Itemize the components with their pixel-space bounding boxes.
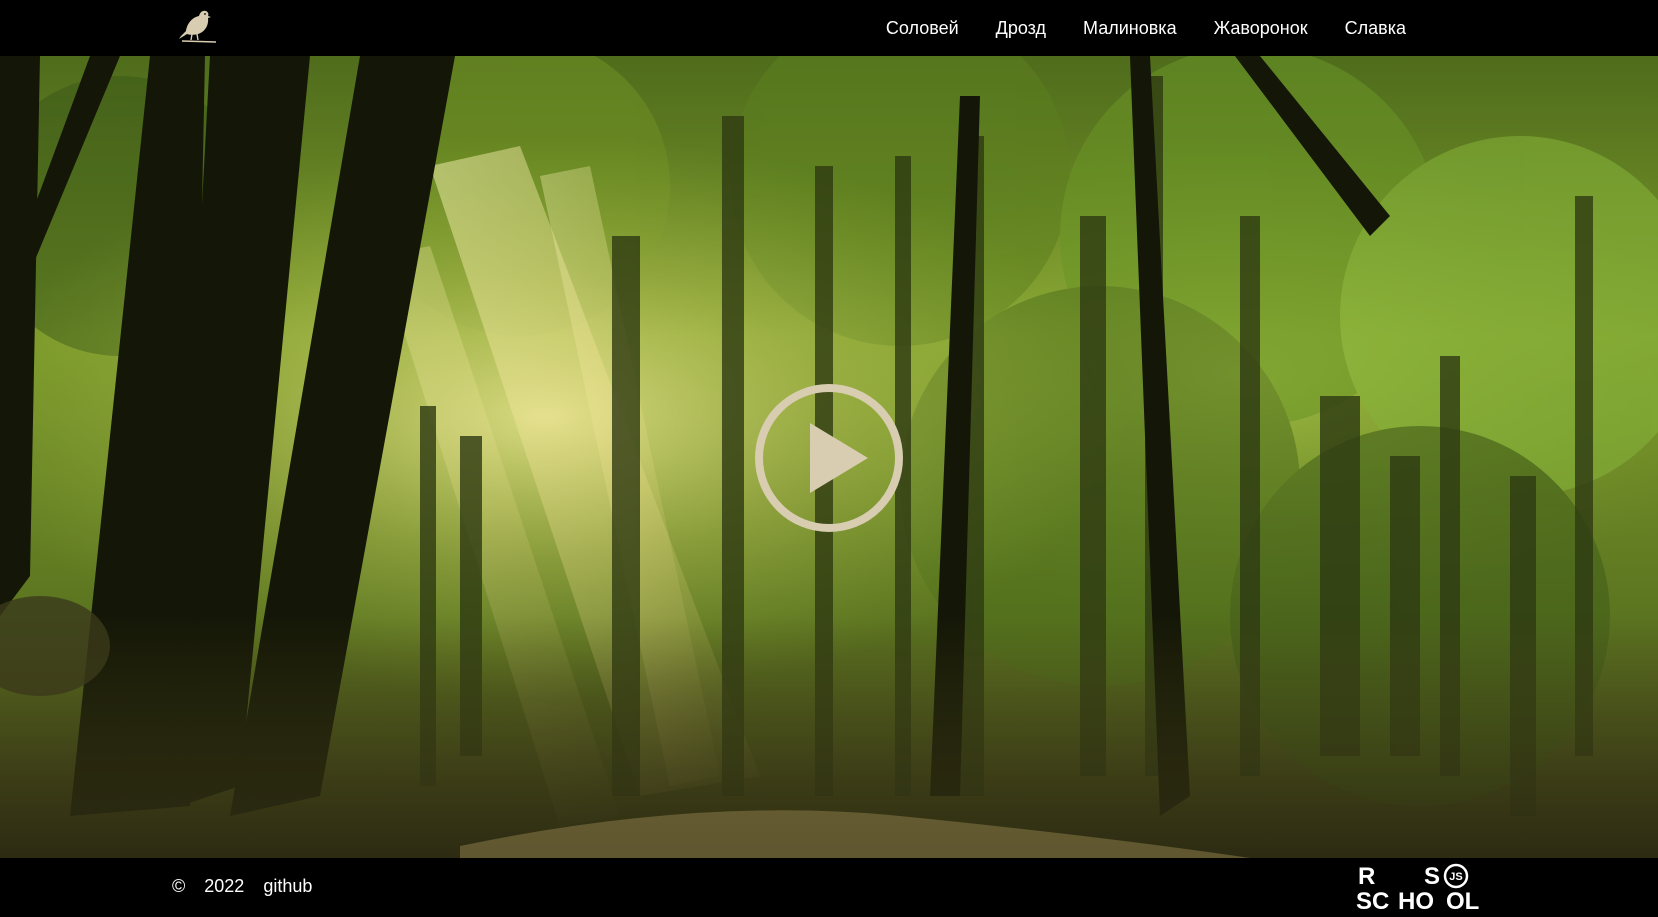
nav-item-nightingale[interactable]: Соловей [886, 18, 959, 39]
github-link[interactable]: github [263, 876, 312, 897]
nav-item-robin[interactable]: Малиновка [1083, 18, 1177, 39]
page: Соловей Дрозд Малиновка Жаворонок Славка [0, 0, 1658, 915]
nav-item-thrush[interactable]: Дрозд [996, 18, 1046, 39]
copyright-year: 2022 [204, 875, 245, 896]
site-header: Соловей Дрозд Малиновка Жаворонок Славка [0, 0, 1658, 56]
hero-section [0, 56, 1658, 858]
rs-logo-js-badge: JS [1449, 871, 1462, 883]
nav-item-lark[interactable]: Жаворонок [1214, 18, 1308, 39]
rs-logo-sc: SC [1356, 888, 1389, 912]
rs-logo-ho: HO [1398, 888, 1434, 912]
footer-info: © 2022 github [172, 858, 312, 914]
nav-item-warbler[interactable]: Славка [1345, 18, 1406, 39]
rs-logo-r: R [1358, 863, 1375, 890]
rs-logo-ol: OL [1446, 888, 1479, 912]
play-button[interactable] [754, 383, 904, 533]
play-icon [755, 384, 903, 532]
bird-icon[interactable] [172, 5, 220, 47]
copyright-symbol: © [172, 875, 186, 896]
rs-logo-s: S [1424, 863, 1440, 890]
main-nav: Соловей Дрозд Малиновка Жаворонок Славка [886, 0, 1406, 56]
site-footer: © 2022 github R S SC HO OL JS [0, 858, 1658, 915]
rs-school-logo[interactable]: R S SC HO OL JS [1356, 862, 1486, 915]
